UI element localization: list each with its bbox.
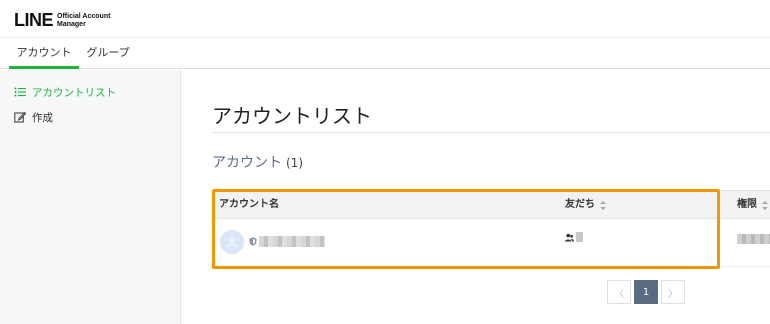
page-1-button[interactable]: 1 bbox=[634, 280, 658, 304]
tab-account[interactable]: アカウント bbox=[9, 38, 79, 69]
logo-wordmark: LINE bbox=[14, 10, 54, 30]
column-header-label: アカウント名 bbox=[219, 199, 279, 210]
logo-subtitle: Official Account Manager bbox=[57, 13, 110, 29]
logo-subtitle-line1: Official Account bbox=[57, 12, 111, 20]
column-header-account-name: アカウント名 bbox=[219, 191, 279, 219]
title-divider bbox=[212, 132, 770, 133]
section-title-text: アカウント bbox=[212, 155, 282, 171]
chevron-left-icon: 〈 bbox=[614, 288, 624, 300]
friends-count-redacted bbox=[576, 232, 583, 242]
next-page-button[interactable]: 〉 bbox=[661, 280, 685, 304]
list-icon bbox=[14, 86, 26, 98]
sort-icon[interactable] bbox=[600, 200, 606, 210]
permission-redacted bbox=[737, 234, 770, 244]
edit-icon bbox=[14, 111, 26, 123]
table-header: アカウント名 友だち 権限 bbox=[215, 190, 770, 219]
sidebar-item-label: アカウントリスト bbox=[32, 86, 116, 99]
column-header-permission[interactable]: 権限 bbox=[737, 191, 768, 219]
tab-group[interactable]: グループ bbox=[79, 38, 137, 69]
chevron-right-icon: 〉 bbox=[668, 288, 678, 300]
main-content: アカウントリスト アカウント (1) アカウント名 友だち 権限 〈 1 〉 bbox=[182, 70, 770, 324]
account-count: (1) bbox=[286, 156, 303, 170]
column-header-friends[interactable]: 友だち bbox=[565, 191, 606, 219]
shield-icon bbox=[249, 237, 257, 246]
logo-subtitle-line2: Manager bbox=[57, 20, 86, 28]
account-name-redacted[interactable] bbox=[259, 236, 325, 247]
sidebar-item-create[interactable]: 作成 bbox=[14, 109, 53, 125]
prev-page-button[interactable]: 〈 bbox=[607, 280, 631, 304]
friends-icon bbox=[565, 233, 574, 242]
sidebar-item-label: 作成 bbox=[32, 111, 53, 124]
line-oa-logo[interactable]: LINE Official Account Manager bbox=[14, 10, 110, 31]
page-title: アカウントリスト bbox=[212, 104, 372, 128]
top-tabs: アカウント グループ bbox=[0, 38, 770, 69]
column-header-label: 友だち bbox=[565, 199, 595, 210]
user-icon bbox=[227, 237, 237, 248]
sidebar-item-account-list[interactable]: アカウントリスト bbox=[14, 84, 116, 100]
column-header-label: 権限 bbox=[737, 199, 757, 210]
section-title: アカウント (1) bbox=[212, 152, 303, 172]
pagination: 〈 1 〉 bbox=[607, 280, 688, 304]
table-row[interactable] bbox=[215, 220, 770, 267]
sort-icon[interactable] bbox=[762, 200, 768, 210]
app-header: LINE Official Account Manager bbox=[0, 0, 770, 38]
avatar bbox=[220, 230, 244, 254]
